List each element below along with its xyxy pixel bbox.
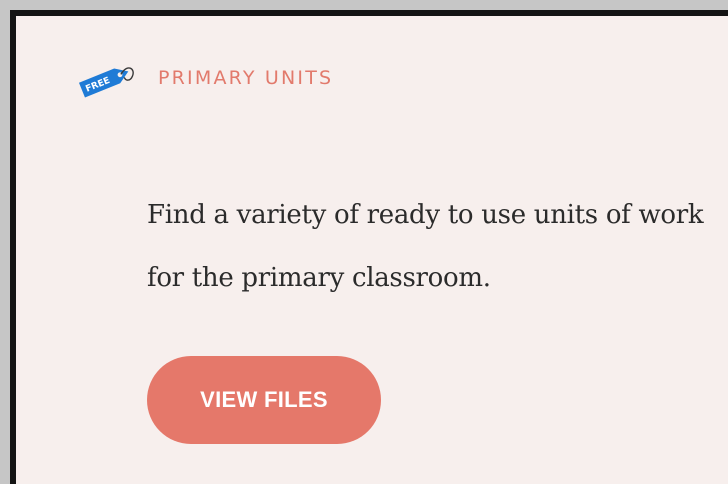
section-description: Find a variety of ready to use units of … bbox=[147, 200, 704, 293]
card-header: FREE PRIMARY UNITS bbox=[74, 60, 333, 100]
free-tag-icon: FREE bbox=[78, 67, 134, 98]
primary-units-card: FREE PRIMARY UNITS Find a variety of rea… bbox=[10, 10, 728, 484]
view-files-button[interactable]: VIEW FILES bbox=[147, 356, 381, 444]
page-frame: FREE PRIMARY UNITS Find a variety of rea… bbox=[0, 0, 728, 484]
section-title: PRIMARY UNITS bbox=[158, 67, 334, 89]
